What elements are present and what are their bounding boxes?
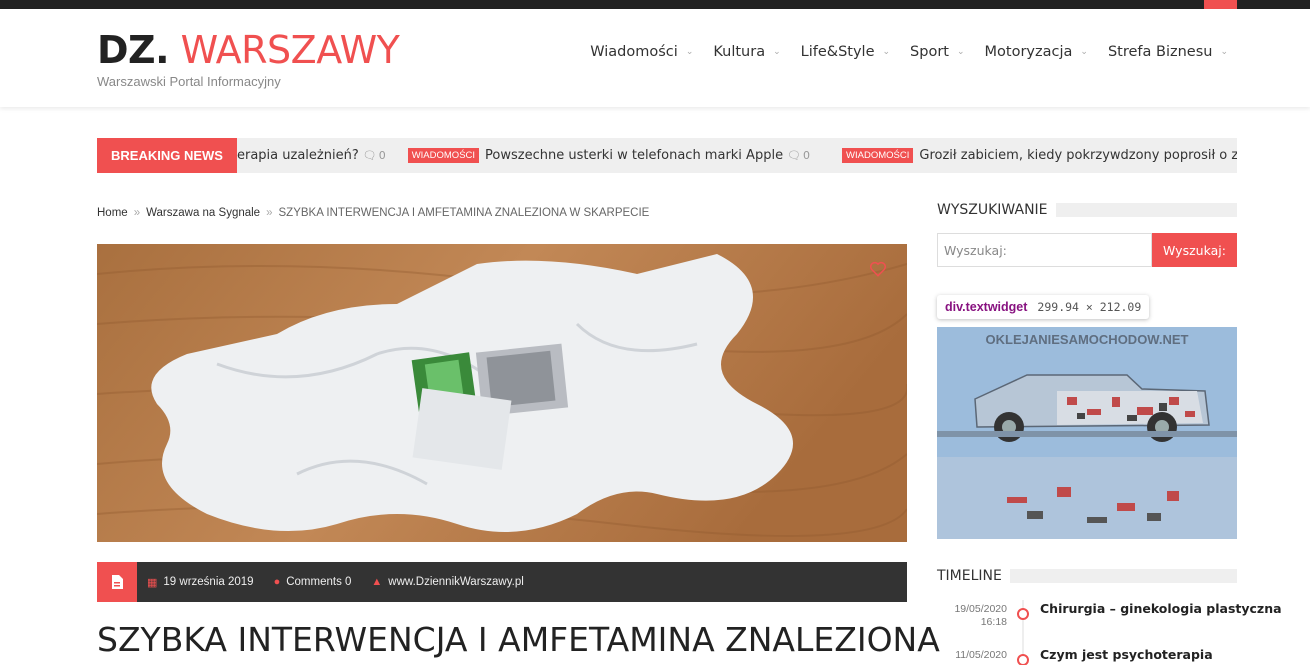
nav-label: Motoryzacja <box>984 44 1073 60</box>
breadcrumb-current: SZYBKA INTERWENCJA I AMFETAMINA ZNALEZIO… <box>278 207 650 219</box>
title-divider <box>1009 569 1237 583</box>
timeline-date-time: 16:18 <box>980 616 1007 628</box>
document-icon <box>112 575 123 589</box>
breadcrumb: Home » Warszawa na Sygnale » SZYBKA INTE… <box>97 207 649 219</box>
ticker-item-comments: 0 <box>803 149 811 162</box>
chevron-down-icon: ⌄ <box>1080 47 1088 57</box>
post-author-text: www.DziennikWarszawy.pl <box>388 576 524 588</box>
nav-item-motoryzacja[interactable]: Motoryzacja ⌄ <box>965 44 1088 60</box>
timeline-item[interactable]: 19/05/2020 16:18 Chirurgia – ginekologia… <box>937 600 1282 646</box>
breadcrumb-home[interactable]: Home <box>97 207 128 219</box>
nav-item-kultura[interactable]: Kultura ⌄ <box>693 44 780 60</box>
comment-icon: 🗨︎ <box>787 149 802 162</box>
nav-item-lifestyle[interactable]: Life&Style ⌄ <box>781 44 890 60</box>
ticker-item-title: erapia uzależnień? <box>237 148 359 163</box>
post-meta-bar: ▦ 19 września 2019 ● Comments 0 ▲ www.Dz… <box>97 562 907 602</box>
comment-icon: 🗨︎ <box>362 149 377 162</box>
timeline-title-text: TIMELINE <box>937 568 1002 584</box>
post-title: SZYBKA INTERWENCJA I AMFETAMINA ZNALEZIO… <box>97 620 940 659</box>
clock-icon <box>1017 608 1029 620</box>
nav-label: Wiadomości <box>590 44 678 60</box>
timeline-date: 19/05/2020 16:18 <box>937 603 1007 629</box>
ad-banner-text: OKLEJANIESAMOCHODOW.NET <box>986 332 1189 347</box>
timeline-line <box>1022 600 1024 646</box>
search-widget-title: WYSZUKIWANIE <box>937 202 1237 218</box>
calendar-icon: ▦ <box>147 576 158 589</box>
top-bar <box>0 0 1310 9</box>
comments-icon: ● <box>273 576 281 588</box>
ad-banner-art: OKLEJANIESAMOCHODOW.NET <box>937 327 1237 539</box>
timeline-date-day: 11/05/2020 <box>955 649 1007 661</box>
ticker-item-title: Groził zabiciem, kiedy pokrzywdzony popr… <box>919 148 1237 163</box>
ticker-item-category: WIADOMOŚCI <box>407 148 480 163</box>
featured-image <box>97 244 907 542</box>
timeline-item[interactable]: 11/05/2020 Czym jest psychoterapia <box>937 646 1237 665</box>
chevron-down-icon: ⌄ <box>882 47 891 57</box>
timeline-item-title: Chirurgia – ginekologia plastyczna <box>1040 601 1282 616</box>
nav-item-wiadomosci[interactable]: Wiadomości ⌄ <box>570 44 693 60</box>
breadcrumb-separator: » <box>266 207 273 219</box>
timeline-widget-title: TIMELINE <box>937 568 1237 584</box>
nav-item-strefa-biznesu[interactable]: Strefa Biznesu ⌄ <box>1088 44 1228 60</box>
post-format-icon <box>97 562 137 602</box>
ticker-item[interactable]: WIADOMOŚCI Powszechne usterki w telefona… <box>407 148 811 163</box>
site-logo[interactable]: DZ. WARSZAWY <box>97 28 400 72</box>
site-header: DZ. WARSZAWY Warszawski Portal Informacy… <box>0 9 1310 107</box>
chevron-down-icon: ⌄ <box>773 47 781 57</box>
timeline-date: 11/05/2020 <box>937 649 1007 662</box>
ticker-track: erapia uzależnień? 🗨︎ 0 WIADOMOŚCI Powsz… <box>97 138 1237 173</box>
chevron-down-icon: ⌄ <box>956 47 965 57</box>
nav-label: Strefa Biznesu <box>1107 44 1213 60</box>
user-icon: ▲ <box>371 576 383 588</box>
devtools-inspect-tooltip: div.textwidget 299.94 × 212.09 <box>937 295 1150 319</box>
search-button[interactable]: Wyszukaj: <box>1152 233 1237 267</box>
timeline-list: 19/05/2020 16:18 Chirurgia – ginekologia… <box>937 600 1282 665</box>
tooltip-dimensions: 299.94 × 212.09 <box>1037 300 1142 314</box>
logo-part1: DZ. <box>97 28 170 72</box>
chevron-down-icon: ⌄ <box>1220 47 1228 57</box>
site-tagline: Warszawski Portal Informacyjny <box>97 74 281 89</box>
ticker-item-comments: 0 <box>378 149 386 162</box>
post-date-text: 19 września 2019 <box>163 576 254 588</box>
post-date: ▦ 19 września 2019 <box>147 576 254 589</box>
nav-label: Sport <box>910 44 949 60</box>
search-title-text: WYSZUKIWANIE <box>937 202 1048 218</box>
search-input[interactable]: Wyszukaj: <box>937 233 1152 267</box>
nav-label: Life&Style <box>800 44 875 60</box>
search-placeholder: Wyszukaj: <box>944 242 1007 258</box>
top-bar-accent <box>1204 0 1237 9</box>
ticker-item[interactable]: WIADOMOŚCI Groził zabiciem, kiedy pokrzy… <box>842 148 1237 163</box>
featured-image-art <box>97 244 907 542</box>
post-comments-text: Comments 0 <box>286 576 352 588</box>
ticker-item-category: WIADOMOŚCI <box>842 148 914 163</box>
ticker-item-title: Powszechne usterki w telefonach marki Ap… <box>485 148 784 163</box>
breaking-news-label: BREAKING NEWS <box>97 138 237 173</box>
sidebar-ad-banner[interactable]: OKLEJANIESAMOCHODOW.NET <box>937 327 1237 539</box>
breadcrumb-separator: » <box>133 207 141 219</box>
breadcrumb-section[interactable]: Warszawa na Sygnale <box>146 207 260 219</box>
main-nav: Wiadomości ⌄ Kultura ⌄ Life&Style ⌄ Sport ⌄ … <box>570 44 1228 60</box>
timeline-date-day: 19/05/2020 <box>954 603 1007 615</box>
post-comments[interactable]: ● Comments 0 <box>274 576 352 588</box>
nav-item-sport[interactable]: Sport ⌄ <box>890 44 964 60</box>
chevron-down-icon: ⌄ <box>685 47 694 57</box>
ticker-item[interactable]: erapia uzależnień? 🗨︎ 0 <box>237 148 386 163</box>
timeline-item-title: Czym jest psychoterapia <box>1040 647 1213 662</box>
post-author[interactable]: ▲ www.DziennikWarszawy.pl <box>371 576 523 588</box>
tooltip-element-name: div.textwidget <box>945 300 1028 314</box>
nav-label: Kultura <box>713 44 766 60</box>
breaking-news-ticker: BREAKING NEWS erapia uzależnień? 🗨︎ 0 WI… <box>97 138 1237 173</box>
logo-part2: WARSZAWY <box>180 28 400 72</box>
title-divider <box>1055 203 1237 217</box>
clock-icon <box>1017 654 1029 665</box>
heart-icon[interactable] <box>869 260 887 278</box>
